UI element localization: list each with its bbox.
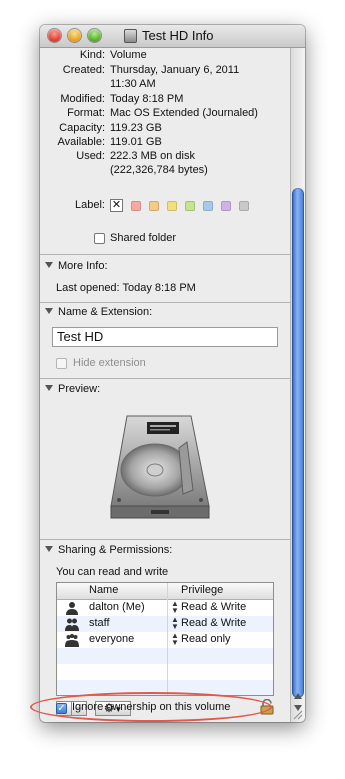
capacity-label: Capacity:: [59, 122, 105, 134]
access-summary: You can read and write: [56, 566, 169, 578]
format-label: Format:: [67, 107, 105, 119]
more-info-header[interactable]: More Info:: [45, 260, 108, 272]
created-label: Created:: [62, 64, 105, 76]
user-name: dalton (Me): [89, 601, 145, 613]
kind-label: Kind:: [79, 49, 105, 61]
column-header-privilege[interactable]: Privilege: [181, 584, 223, 596]
stepper-arrows-icon[interactable]: ▲ ▼: [171, 600, 179, 615]
shared-folder-label: Shared folder: [110, 232, 177, 244]
everyone-icon: [65, 634, 79, 647]
preview-title: Preview:: [58, 383, 101, 395]
divider: [40, 539, 290, 540]
preview-header[interactable]: Preview:: [45, 383, 100, 395]
ignore-ownership-label: Ignore ownership on this volume: [72, 701, 231, 713]
label-swatch-green[interactable]: [185, 201, 195, 211]
table-row[interactable]: everyone ▲ ▼ Read only: [57, 632, 273, 648]
permissions-table: Name Privilege dalton (Me) ▲ ▼ Read & Wri…: [56, 582, 274, 696]
label-swatch-red[interactable]: [131, 201, 141, 211]
ignore-ownership-checkbox[interactable]: ✓: [56, 703, 67, 714]
more-info-title: More Info:: [58, 260, 108, 272]
resize-grip-icon[interactable]: [292, 709, 303, 720]
label-caption: Label:: [75, 199, 105, 211]
label-swatch-gray[interactable]: [239, 201, 249, 211]
kind-value: Volume: [110, 49, 147, 61]
name-extension-title: Name & Extension:: [58, 306, 153, 318]
label-swatch-orange[interactable]: [149, 201, 159, 211]
label-swatch-yellow[interactable]: [167, 201, 177, 211]
used-label: Used:: [76, 150, 105, 162]
disclosure-triangle-icon: [45, 385, 53, 391]
format-value: Mac OS Extended (Journaled): [110, 107, 258, 119]
table-header: Name Privilege: [57, 583, 273, 600]
hide-extension-checkbox[interactable]: [56, 358, 67, 369]
available-label: Available:: [57, 136, 106, 148]
table-row[interactable]: dalton (Me) ▲ ▼ Read & Write: [57, 600, 273, 616]
disclosure-triangle-icon: [45, 262, 53, 268]
modified-label: Modified:: [60, 93, 105, 105]
user-name: staff: [89, 617, 110, 629]
no-label-x-icon[interactable]: ✕: [110, 199, 123, 212]
user-name: everyone: [89, 633, 135, 645]
empty-row: [57, 648, 273, 664]
scroll-thumb[interactable]: [292, 188, 304, 698]
group-icon: [65, 618, 79, 631]
zoom-button[interactable]: [88, 29, 101, 42]
name-extension-header[interactable]: Name & Extension:: [45, 306, 152, 318]
privilege-value[interactable]: Read & Write: [181, 617, 246, 629]
disclosure-triangle-icon: [45, 308, 53, 314]
drive-icon: [124, 29, 137, 43]
used-value: 222.3 MB on disk: [110, 150, 195, 162]
available-value: 119.01 GB: [110, 136, 162, 148]
table-row[interactable]: staff ▲ ▼ Read & Write: [57, 616, 273, 632]
divider: [40, 254, 290, 255]
label-swatch-blue[interactable]: [203, 201, 213, 211]
created-time-value: 11:30 AM: [110, 78, 156, 90]
stepper-arrows-icon[interactable]: ▲ ▼: [171, 616, 179, 631]
title-bar: Test HD Info: [40, 25, 305, 48]
privilege-value[interactable]: Read & Write: [181, 601, 246, 613]
window-title: Test HD Info: [142, 28, 214, 43]
scroll-up-arrow-icon[interactable]: [294, 693, 302, 699]
last-opened-text: Last opened: Today 8:18 PM: [56, 282, 196, 294]
sharing-permissions-header[interactable]: Sharing & Permissions:: [45, 544, 172, 556]
created-value: Thursday, January 6, 2011: [110, 64, 240, 76]
shared-folder-checkbox[interactable]: [94, 233, 105, 244]
privilege-value[interactable]: Read only: [181, 633, 231, 645]
minimize-button[interactable]: [68, 29, 81, 42]
column-divider: [167, 583, 168, 695]
divider: [40, 378, 290, 379]
name-field[interactable]: Test HD: [52, 327, 278, 347]
label-swatch-purple[interactable]: [221, 201, 231, 211]
column-header-name[interactable]: Name: [89, 584, 118, 596]
single-user-icon: [66, 602, 78, 615]
capacity-value: 119.23 GB: [110, 122, 162, 134]
close-button[interactable]: [48, 29, 61, 42]
used-bytes-value: (222,326,784 bytes): [110, 164, 208, 176]
vertical-scrollbar[interactable]: [290, 48, 305, 722]
sharing-permissions-title: Sharing & Permissions:: [58, 544, 173, 556]
hide-extension-label: Hide extension: [73, 357, 146, 369]
info-content: Kind: Volume Created: Thursday, January …: [40, 48, 290, 722]
stepper-arrows-icon[interactable]: ▲ ▼: [171, 632, 179, 647]
modified-value: Today 8:18 PM: [110, 93, 184, 105]
info-window: Test HD Info Kind: Volume Created: Thurs…: [40, 25, 305, 722]
divider: [40, 302, 290, 303]
disclosure-triangle-icon: [45, 546, 53, 552]
hard-drive-icon: [110, 415, 210, 519]
